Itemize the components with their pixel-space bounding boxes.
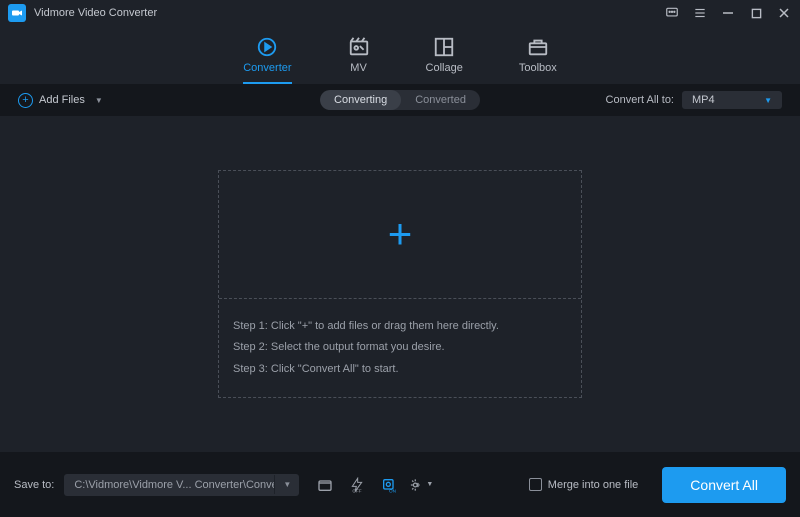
- hardware-accel-button[interactable]: OFF: [345, 473, 369, 497]
- toolbar: + Add Files ▼ Converting Converted Conve…: [0, 84, 800, 116]
- tab-collage[interactable]: Collage: [426, 36, 463, 84]
- open-folder-button[interactable]: [313, 473, 337, 497]
- format-select[interactable]: MP4 ▼: [682, 91, 782, 109]
- segment-converted[interactable]: Converted: [401, 90, 480, 110]
- mv-icon: [348, 36, 370, 58]
- gpu-accel-button[interactable]: ON: [377, 473, 401, 497]
- save-path: C:\Vidmore\Vidmore V... Converter\Conver…: [64, 474, 274, 496]
- chevron-down-icon: ▼: [95, 96, 103, 105]
- segment-converting[interactable]: Converting: [320, 90, 401, 110]
- footer-icons: OFF ON ▼: [313, 473, 433, 497]
- converter-icon: [256, 36, 278, 58]
- save-to-label: Save to:: [14, 479, 54, 491]
- settings-button[interactable]: ▼: [409, 473, 433, 497]
- merge-checkbox[interactable]: Merge into one file: [529, 478, 639, 491]
- minimize-button[interactable]: [720, 5, 736, 21]
- tab-toolbox[interactable]: Toolbox: [519, 36, 557, 84]
- titlebar: Vidmore Video Converter: [0, 0, 800, 26]
- svg-text:ON: ON: [389, 488, 396, 493]
- main-area: + Step 1: Click "+" to add files or drag…: [0, 116, 800, 452]
- checkbox-icon: [529, 478, 542, 491]
- step-text: Step 3: Click "Convert All" to start.: [233, 362, 567, 377]
- collage-icon: [433, 36, 455, 58]
- app-title: Vidmore Video Converter: [34, 7, 664, 19]
- convert-all-button[interactable]: Convert All: [662, 467, 786, 503]
- dropzone-add[interactable]: +: [219, 171, 581, 299]
- step-text: Step 2: Select the output format you des…: [233, 340, 567, 355]
- step-text: Step 1: Click "+" to add files or drag t…: [233, 319, 567, 334]
- add-files-label: Add Files: [39, 94, 85, 106]
- tab-label: Collage: [426, 62, 463, 74]
- chevron-down-icon: ▼: [764, 96, 772, 105]
- maximize-button[interactable]: [748, 5, 764, 21]
- svg-text:OFF: OFF: [353, 488, 362, 493]
- feedback-icon[interactable]: [664, 5, 680, 21]
- tab-converter[interactable]: Converter: [243, 36, 291, 84]
- dropzone-instructions: Step 1: Click "+" to add files or drag t…: [219, 299, 581, 397]
- plus-icon: +: [388, 213, 413, 255]
- tab-label: Toolbox: [519, 62, 557, 74]
- close-button[interactable]: [776, 5, 792, 21]
- tab-label: MV: [350, 62, 367, 74]
- status-segmented: Converting Converted: [320, 90, 480, 110]
- plus-circle-icon: +: [18, 93, 33, 108]
- toolbox-icon: [527, 36, 549, 58]
- footer: Save to: C:\Vidmore\Vidmore V... Convert…: [0, 452, 800, 517]
- app-logo: [8, 4, 26, 22]
- convert-all-to-label: Convert All to:: [606, 94, 674, 106]
- save-path-dropdown[interactable]: ▼: [274, 475, 299, 494]
- convert-all-to: Convert All to: MP4 ▼: [606, 91, 782, 109]
- dropzone: + Step 1: Click "+" to add files or drag…: [218, 170, 582, 398]
- save-path-box: C:\Vidmore\Vidmore V... Converter\Conver…: [64, 474, 299, 496]
- merge-label: Merge into one file: [548, 479, 639, 491]
- camera-icon: [11, 7, 23, 19]
- tab-mv[interactable]: MV: [348, 36, 370, 84]
- format-value: MP4: [692, 94, 715, 106]
- menu-icon[interactable]: [692, 5, 708, 21]
- window-controls: [664, 5, 792, 21]
- tab-label: Converter: [243, 62, 291, 74]
- main-tabs: Converter MV Collage Toolbox: [0, 26, 800, 84]
- add-files-button[interactable]: + Add Files ▼: [18, 93, 103, 108]
